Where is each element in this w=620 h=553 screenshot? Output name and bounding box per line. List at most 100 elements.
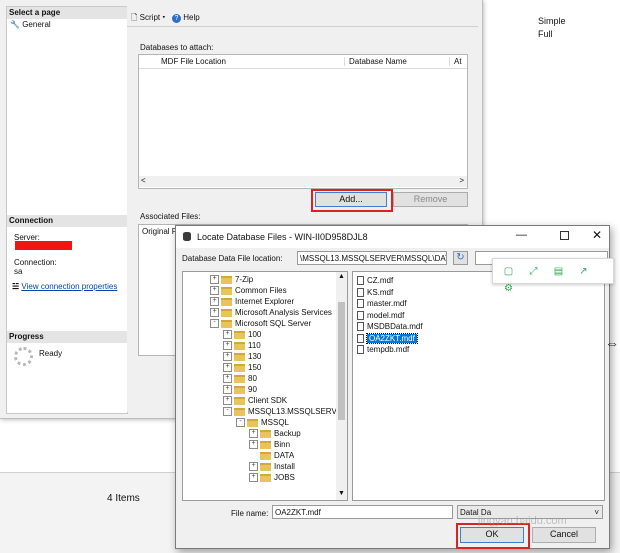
file-list[interactable]: CZ.mdf KS.mdf master.mdf model.mdf MSDBData.… <box>352 271 605 501</box>
col-mdf-location[interactable]: MDF File Location <box>161 57 226 66</box>
tree-item[interactable]: +7-Zip <box>210 274 253 285</box>
tree-item[interactable]: +100 <box>223 329 261 340</box>
tree-item-label: Install <box>274 462 295 471</box>
file-name-input[interactable]: OA2ZKT.mdf <box>272 505 453 519</box>
file-item[interactable]: CZ.mdf <box>357 275 393 286</box>
script-button[interactable]: 🗋 Script ▾ <box>131 12 165 26</box>
file-item-label: OA2ZKT.mdf <box>366 332 418 344</box>
view-connection-link[interactable]: ☱ View connection properties <box>12 282 117 291</box>
expand-icon[interactable]: + <box>210 275 219 285</box>
tree-item[interactable]: + JOBS <box>249 472 295 483</box>
folder-tree[interactable]: +7-Zip + Common Files + Internet Explorer + Mi… <box>182 271 348 501</box>
col-database-name[interactable]: Database Name <box>344 57 407 66</box>
remove-button[interactable]: Remove <box>393 192 468 207</box>
tree-item[interactable]: +150 <box>223 362 261 373</box>
progress-spinner-icon <box>14 347 33 366</box>
cancel-button[interactable]: Cancel <box>532 527 596 543</box>
tree-item[interactable]: DATA <box>249 450 294 461</box>
fullscreen-icon[interactable]: ⤢ <box>524 263 543 280</box>
add-button[interactable]: Add... <box>315 192 387 207</box>
path-label: Database Data File location: <box>182 254 283 263</box>
file-item[interactable]: tempdb.mdf <box>357 344 409 355</box>
compat-value: Full <box>538 29 553 39</box>
tree-item[interactable]: +130 <box>223 351 261 362</box>
expand-icon[interactable]: + <box>249 473 258 483</box>
close-icon[interactable]: ✕ <box>592 228 602 242</box>
tree-item-label: 130 <box>248 352 262 361</box>
file-item[interactable]: OA2ZKT.mdf <box>357 332 418 344</box>
settings-icon[interactable]: ⚙ <box>499 280 518 297</box>
expand-icon[interactable]: + <box>223 363 232 373</box>
expand-icon[interactable]: + <box>223 352 232 362</box>
cursor-icon: ⇔ <box>605 335 619 351</box>
file-item[interactable]: model.mdf <box>357 310 404 321</box>
tree-item-label: Binn <box>274 440 291 449</box>
collapse-icon[interactable]: - <box>223 407 232 417</box>
expand-icon[interactable]: + <box>223 385 232 395</box>
tree-item[interactable]: - Microsoft SQL Server <box>210 318 311 329</box>
expand-icon[interactable]: + <box>223 341 232 351</box>
tree-item[interactable]: + Client SDK <box>223 395 287 406</box>
maximize-icon[interactable] <box>560 231 569 240</box>
tree-item[interactable]: - MSSQL <box>236 417 289 428</box>
select-page-header: Select a page <box>7 7 129 19</box>
minimize-icon[interactable]: — <box>516 229 527 241</box>
expand-icon[interactable]: + <box>249 440 258 450</box>
expand-icon[interactable]: + <box>210 308 219 318</box>
file-item-label: model.mdf <box>367 310 405 320</box>
tree-item[interactable]: +80 <box>223 373 257 384</box>
file-item-label: CZ.mdf <box>367 276 394 285</box>
fit-icon[interactable]: ▢ <box>499 263 518 280</box>
databases-grid[interactable]: MDF File Location Database Name At < > <box>138 54 468 189</box>
tree-vscrollbar[interactable]: ▲ ▼ <box>336 272 347 500</box>
path-input[interactable]: \MSSQL13.MSSQLSERVER\MSSQL\DATA <box>297 251 447 265</box>
share-icon[interactable]: ↗ <box>574 263 593 280</box>
scroll-left-icon[interactable]: < <box>141 176 146 185</box>
scroll-down-icon[interactable]: ▼ <box>338 490 345 497</box>
folder-icon <box>260 429 271 438</box>
help-button[interactable]: ? Help <box>172 13 200 23</box>
expand-icon[interactable]: + <box>210 297 219 307</box>
expand-icon[interactable]: + <box>249 462 258 472</box>
folder-icon <box>234 407 245 416</box>
file-name-label: File name: <box>231 509 269 518</box>
col-attach-as[interactable]: At <box>449 57 462 66</box>
file-item[interactable]: MSDBData.mdf <box>357 321 423 332</box>
expand-icon[interactable]: + <box>223 396 232 406</box>
scroll-up-icon[interactable]: ▲ <box>338 273 345 280</box>
grid-hscrollbar[interactable]: < > <box>139 176 467 187</box>
tree-item[interactable]: + Install <box>249 461 295 472</box>
tree-item-label: 7-Zip <box>235 275 254 284</box>
file-item[interactable]: master.mdf <box>357 298 407 309</box>
save-icon[interactable]: ▤ <box>549 263 568 280</box>
ok-button[interactable]: OK <box>460 527 524 543</box>
collapse-icon[interactable]: - <box>236 418 245 428</box>
tree-item[interactable]: + Internet Explorer <box>210 296 294 307</box>
scroll-right-icon[interactable]: > <box>459 176 464 185</box>
tree-item[interactable]: + Microsoft Analysis Services <box>210 307 332 318</box>
file-item[interactable]: KS.mdf <box>357 287 393 298</box>
folder-icon <box>221 319 232 328</box>
dialog-title-bar[interactable]: Locate Database Files - WIN-II0D958DJL8 … <box>176 226 609 248</box>
items-count: 4 Items <box>107 493 140 504</box>
help-label: Help <box>183 13 200 22</box>
folder-icon <box>247 418 258 427</box>
folder-icon <box>221 286 232 295</box>
tree-item[interactable]: +90 <box>223 384 257 395</box>
page-general[interactable]: 🔧 General <box>10 20 51 29</box>
expand-icon[interactable]: + <box>249 429 258 439</box>
collapse-icon[interactable]: - <box>210 319 219 329</box>
expand-icon[interactable]: + <box>223 330 232 340</box>
tree-item[interactable]: - MSSQL13.MSSQLSERVER <box>223 406 347 417</box>
tree-item[interactable]: + Common Files <box>210 285 287 296</box>
dialog-title: Locate Database Files - WIN-II0D958DJL8 <box>197 232 368 242</box>
refresh-icon[interactable]: ↻ <box>453 251 468 265</box>
tree-item[interactable]: +110 <box>223 340 261 351</box>
expand-icon[interactable]: + <box>210 286 219 296</box>
scroll-thumb[interactable] <box>338 302 345 420</box>
file-icon <box>357 322 364 332</box>
tree-item[interactable]: + Binn <box>249 439 290 450</box>
tree-item-label: 100 <box>248 330 262 339</box>
tree-item[interactable]: + Backup <box>249 428 301 439</box>
expand-icon[interactable]: + <box>223 374 232 384</box>
